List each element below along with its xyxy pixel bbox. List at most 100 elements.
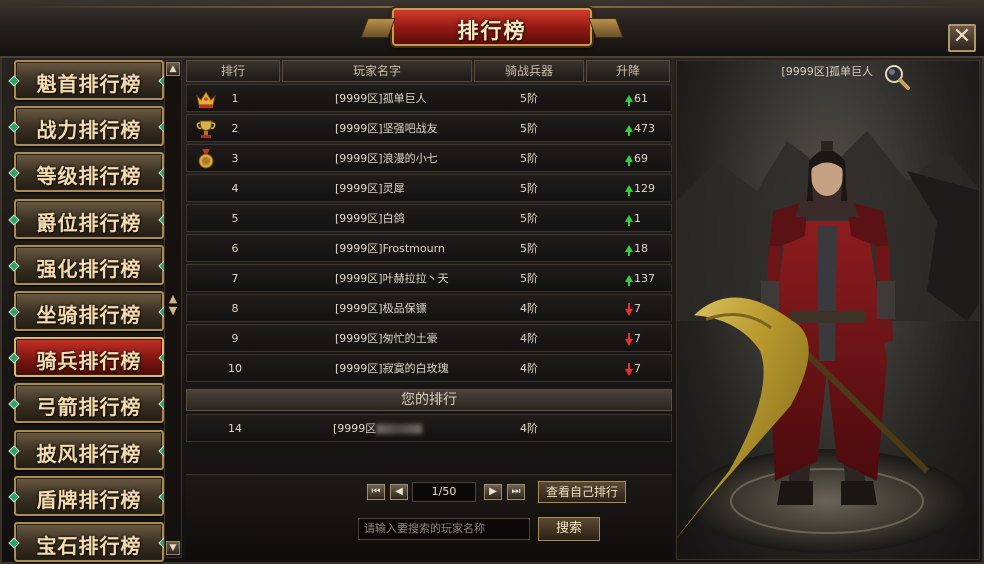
weapon-level-cell: 5阶 xyxy=(520,122,538,135)
your-rank-row[interactable]: 14 [9999区 4阶 xyxy=(186,414,672,442)
rank-cell: 6 xyxy=(231,242,239,255)
table-row[interactable]: 3 [9999区]浪漫的小七 5阶 69 xyxy=(186,144,672,172)
title-bar: 排行榜 ✕ xyxy=(0,0,984,58)
change-value: 473 xyxy=(634,122,655,135)
tab-label: 坐骑排行榜 xyxy=(36,303,142,327)
your-level: 4阶 xyxy=(520,422,538,435)
arrow-down-icon xyxy=(625,302,633,316)
weapon-level-cell: 5阶 xyxy=(520,242,538,255)
change-cell: 18 xyxy=(585,235,673,263)
change-cell: 61 xyxy=(585,85,673,113)
player-name-cell: [9999区]Frostmourn xyxy=(335,242,445,255)
weapon-level-cell: 5阶 xyxy=(520,272,538,285)
prev-page-button[interactable]: ◀ xyxy=(390,484,408,500)
change-cell: 7 xyxy=(585,325,673,353)
change-value: 137 xyxy=(634,272,655,285)
tab-label: 宝石排行榜 xyxy=(36,534,142,558)
header-name: 玩家名字 xyxy=(282,60,472,82)
arrow-up-icon xyxy=(625,274,633,286)
last-page-button[interactable]: ⏭ xyxy=(507,484,525,500)
scroll-up-icon[interactable]: ▲ xyxy=(166,62,180,76)
tab-5[interactable]: 强化排行榜 xyxy=(8,244,170,285)
next-page-button[interactable]: ▶ xyxy=(484,484,502,500)
page-indicator: 1/50 xyxy=(412,482,476,502)
scroll-down-icon[interactable]: ▼ xyxy=(166,541,180,555)
ranking-tabs: 魁首排行榜战力排行榜等级排行榜爵位排行榜强化排行榜坐骑排行榜骑兵排行榜弓箭排行榜… xyxy=(8,60,170,562)
tab-label: 爵位排行榜 xyxy=(36,210,142,235)
tab-3[interactable]: 等级排行榜 xyxy=(8,152,170,193)
arrow-up-icon xyxy=(625,124,633,136)
tab-label: 战力排行榜 xyxy=(36,118,142,143)
tab-label: 等级排行榜 xyxy=(36,164,142,189)
arrow-up-icon xyxy=(625,244,633,256)
table-row[interactable]: 5 [9999区]白鸽 5阶 1 xyxy=(186,204,672,232)
tab-2[interactable]: 战力排行榜 xyxy=(8,106,170,147)
player-name-cell: [9999区]叶赫拉拉丶天 xyxy=(335,272,449,285)
player-name-cell: [9999区]寂寞的白玫瑰 xyxy=(335,362,449,375)
rank-cell: 2 xyxy=(231,122,239,135)
header-weapon: 骑战兵器 xyxy=(474,60,584,82)
rank-cell: 9 xyxy=(231,332,239,345)
tab-6[interactable]: 坐骑排行榜 xyxy=(8,291,170,331)
header-change: 升降 xyxy=(586,60,670,82)
weapon-level-cell: 5阶 xyxy=(520,152,538,165)
change-cell: 7 xyxy=(585,295,673,323)
view-self-button[interactable]: 查看自己排行 xyxy=(538,481,626,503)
player-name-cell: [9999区]灵犀 xyxy=(335,182,405,195)
change-cell: 129 xyxy=(585,175,673,203)
player-name-cell: [9999区]浪漫的小七 xyxy=(335,152,438,165)
arrow-down-icon xyxy=(625,332,633,346)
tab-9[interactable]: 披风排行榜 xyxy=(8,429,170,470)
first-page-button[interactable]: ⏮ xyxy=(367,484,385,500)
search-input[interactable]: 请输入要搜索的玩家名称 xyxy=(358,518,530,540)
window-title: 排行榜 xyxy=(457,19,527,43)
change-cell: 1 xyxy=(585,205,673,233)
weapon-level-cell: 5阶 xyxy=(520,182,538,195)
tab-label: 魁首排行榜 xyxy=(36,72,142,96)
rank-cell: 4 xyxy=(231,182,239,195)
your-name-prefix: [9999区 xyxy=(333,422,377,435)
change-value: 61 xyxy=(634,92,648,105)
tabs-scrollbar[interactable]: ▲ ▲ ▼ ▼ xyxy=(164,60,182,558)
arrow-up-icon xyxy=(625,94,633,106)
blurred-name xyxy=(376,424,423,434)
table-row[interactable]: 9 [9999区]匆忙的土豪 4阶 7 xyxy=(186,324,672,352)
search-button[interactable]: 搜索 xyxy=(538,517,600,541)
tab-7[interactable]: 骑兵排行榜 xyxy=(8,337,170,378)
character-scene xyxy=(677,131,979,553)
ranking-table: 排行 玩家名字 骑战兵器 升降 1 [9999区]孤单巨人 5阶 61 2 [9999区]… xyxy=(186,60,672,386)
table-row[interactable]: 8 [9999区]极品保镖 4阶 7 xyxy=(186,294,672,322)
table-row[interactable]: 1 [9999区]孤单巨人 5阶 61 xyxy=(186,84,672,112)
tab-1[interactable]: 魁首排行榜 xyxy=(8,60,170,100)
change-value: 69 xyxy=(634,152,648,165)
character-name: [9999区]孤单巨人 xyxy=(781,65,873,78)
tab-10[interactable]: 盾牌排行榜 xyxy=(8,475,170,516)
magnifier-icon[interactable] xyxy=(883,63,911,91)
arrow-up-icon xyxy=(625,214,633,226)
table-row[interactable]: 7 [9999区]叶赫拉拉丶天 5阶 137 xyxy=(186,264,672,292)
your-rank-header: 您的排行 xyxy=(186,389,672,411)
character-preview: [9999区]孤单巨人 xyxy=(676,60,980,560)
tab-11[interactable]: 宝石排行榜 xyxy=(8,522,170,562)
weapon-level-cell: 5阶 xyxy=(520,92,538,105)
change-value: 18 xyxy=(634,242,648,255)
table-row[interactable]: 4 [9999区]灵犀 5阶 129 xyxy=(186,174,672,202)
weapon-level-cell: 5阶 xyxy=(520,212,538,225)
player-name-cell: [9999区]匆忙的土豪 xyxy=(335,332,438,345)
arrow-down-icon xyxy=(625,362,633,376)
tab-8[interactable]: 弓箭排行榜 xyxy=(8,383,170,424)
tab-4[interactable]: 爵位排行榜 xyxy=(8,198,170,239)
table-row[interactable]: 10 [9999区]寂寞的白玫瑰 4阶 7 xyxy=(186,354,672,382)
table-row[interactable]: 2 [9999区]坚强吧战友 5阶 473 xyxy=(186,114,672,142)
tab-label: 弓箭排行榜 xyxy=(36,395,142,420)
table-row[interactable]: 6 [9999区]Frostmourn 5阶 18 xyxy=(186,234,672,262)
change-value: 129 xyxy=(634,182,655,195)
close-button[interactable]: ✕ xyxy=(948,24,976,52)
weapon-level-cell: 4阶 xyxy=(520,332,538,345)
player-name-cell: [9999区]极品保镖 xyxy=(335,302,427,315)
tab-label: 骑兵排行榜 xyxy=(36,349,142,374)
change-value: 7 xyxy=(634,362,641,375)
arrow-up-icon xyxy=(625,184,633,196)
scroll-thumb-icon[interactable]: ▲ ▼ xyxy=(167,293,179,317)
player-name-cell: [9999区]白鸽 xyxy=(335,212,405,225)
